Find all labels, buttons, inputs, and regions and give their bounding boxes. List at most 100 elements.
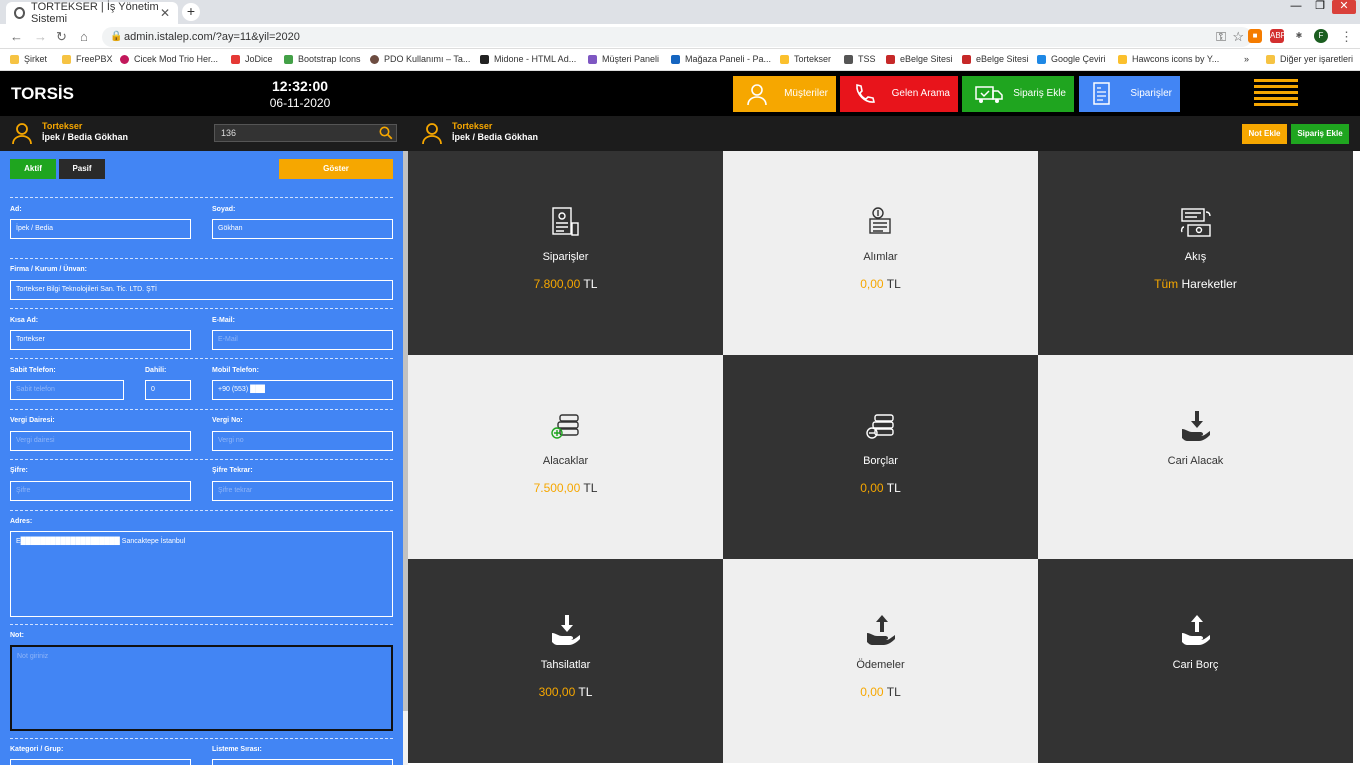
site-icon <box>284 54 293 64</box>
bookmark-item[interactable]: TSS <box>844 54 876 64</box>
bookmark-item[interactable]: Midone - HTML Ad... <box>480 54 576 64</box>
customer-company: Tortekser <box>452 121 493 131</box>
menu-dots-icon[interactable]: ⋮ <box>1340 29 1353 45</box>
document-list-icon <box>1093 82 1110 105</box>
card-title: Alımlar <box>863 251 898 263</box>
bookmark-star-icon[interactable]: ☆ <box>1232 27 1244 47</box>
tax-number-field[interactable]: Vergi no <box>212 431 393 451</box>
bookmark-item[interactable]: eBelge Sitesi <box>962 54 1029 64</box>
address-textarea[interactable]: E████████████████████ Sancaktepe İstanbu… <box>10 531 393 617</box>
bookmark-item[interactable]: eBelge Sitesi <box>886 54 953 64</box>
orders-button[interactable]: Siparişler <box>1079 76 1180 112</box>
bookmark-item[interactable]: Müşteri Paneli <box>588 54 659 64</box>
category-label: Kategori / Grup: <box>10 746 64 753</box>
card-payments[interactable]: Ödemeler 0,00 TL <box>723 559 1038 763</box>
first-name-label: Ad: <box>10 206 22 213</box>
bookmarks-bar: Şirket FreePBX Cicek Mod Trio Her... JoD… <box>0 49 1360 71</box>
note-textarea[interactable]: Not giriniz <box>10 645 393 731</box>
brand-logo: TORSİS <box>11 84 74 103</box>
site-icon <box>480 54 489 64</box>
hamburger-menu-icon[interactable] <box>1254 79 1298 109</box>
url-field[interactable]: 🔒 admin.istalep.com/?ay=11&yil=2020 ⚿ ☆ <box>102 27 1252 47</box>
site-icon <box>780 54 789 64</box>
bookmark-item[interactable]: Şirket <box>10 54 47 64</box>
card-value: 0,00 TL <box>860 277 901 291</box>
category-select[interactable] <box>10 759 191 765</box>
bookmark-item[interactable]: JoDice <box>231 54 273 64</box>
bookmarks-overflow-icon[interactable]: » <box>1244 54 1249 64</box>
new-tab-button[interactable]: + <box>182 3 200 21</box>
profile-avatar[interactable]: F <box>1314 29 1328 43</box>
active-button[interactable]: Aktif <box>10 159 56 179</box>
card-purchases[interactable]: Alımlar 0,00 TL <box>723 151 1038 355</box>
company-field[interactable]: Tortekser Bilgi Teknolojileri San. Tic. … <box>10 280 393 300</box>
bookmark-item[interactable]: Mağaza Paneli - Pa... <box>671 54 771 64</box>
card-value: 7.800,00 TL <box>533 277 598 291</box>
customers-button[interactable]: Müşteriler <box>733 76 836 112</box>
adblock-icon[interactable]: ABP <box>1270 29 1286 43</box>
card-receivables[interactable]: Alacaklar 7.500,00 TL <box>408 355 723 559</box>
card-current-receivable[interactable]: Cari Alacak <box>1038 355 1353 559</box>
site-icon <box>671 54 680 64</box>
bookmark-item[interactable]: Tortekser <box>780 54 831 64</box>
extension-field[interactable]: 0 <box>145 380 191 400</box>
landline-field[interactable]: Sabit telefon <box>10 380 124 400</box>
short-name-field[interactable]: Tortekser <box>10 330 191 350</box>
site-icon <box>120 54 129 64</box>
close-window-button[interactable]: ✕ <box>1332 0 1356 14</box>
address-bar-row: ← → ↻ ⌂ 🔒 admin.istalep.com/?ay=11&yil=2… <box>0 24 1360 49</box>
add-order-header-button[interactable]: Sipariş Ekle <box>962 76 1074 112</box>
password-repeat-field[interactable]: Şifre tekrar <box>212 481 393 501</box>
tax-office-field[interactable]: Vergi dairesi <box>10 431 191 451</box>
email-field[interactable]: E-Mail <box>212 330 393 350</box>
customer-person: İpek / Bedia Gökhan <box>452 132 539 142</box>
customer-subbar: Tortekser İpek / Bedia Gökhan 136 Tortek… <box>0 116 1360 151</box>
debts-icon <box>866 414 894 439</box>
extensions-puzzle-icon[interactable]: ✱ <box>1292 29 1306 43</box>
card-value: 300,00 TL <box>538 685 593 699</box>
card-collections[interactable]: Tahsilatlar 300,00 TL <box>408 559 723 763</box>
add-order-button[interactable]: Sipariş Ekle <box>1291 124 1349 144</box>
bookmark-item[interactable]: Bootstrap Icons <box>284 54 361 64</box>
last-name-field[interactable]: Gökhan <box>212 219 393 239</box>
browser-tab[interactable]: TORTEKSER | İş Yönetim Sistemi ✕ <box>6 1 178 25</box>
collections-icon <box>552 615 580 645</box>
card-debts[interactable]: Borçlar 0,00 TL <box>723 355 1038 559</box>
password-field[interactable]: Şifre <box>10 481 191 501</box>
short-name-label: Kısa Ad: <box>10 317 39 324</box>
list-order-field[interactable] <box>212 759 393 765</box>
minimize-button[interactable]: — <box>1284 0 1308 14</box>
card-value: 0,00 TL <box>860 481 901 495</box>
add-note-button[interactable]: Not Ekle <box>1242 124 1287 144</box>
extension-icon[interactable]: ■ <box>1248 29 1262 43</box>
bookmark-item[interactable]: FreePBX <box>62 54 113 64</box>
customer-search-input[interactable]: 136 <box>214 124 397 142</box>
key-icon[interactable]: ⚿ <box>1216 27 1226 47</box>
tab-title: TORTEKSER | İş Yönetim Sistemi <box>31 1 159 25</box>
bookmark-item[interactable]: Google Çeviri <box>1037 54 1106 64</box>
site-icon <box>231 54 240 64</box>
search-icon[interactable] <box>379 126 393 140</box>
card-title: Ödemeler <box>856 659 905 671</box>
show-button[interactable]: Göster <box>279 159 393 179</box>
list-order-label: Listeme Sırası: <box>212 746 262 753</box>
payments-icon <box>867 615 895 645</box>
incoming-call-button[interactable]: Gelen Arama <box>840 76 958 112</box>
first-name-field[interactable]: İpek / Bedia <box>10 219 191 239</box>
landline-label: Sabit Telefon: <box>10 367 56 374</box>
bookmark-item[interactable]: Hawcons icons by Y... <box>1118 54 1219 64</box>
back-icon[interactable]: ← <box>10 29 23 44</box>
home-icon[interactable]: ⌂ <box>80 29 88 44</box>
card-flow[interactable]: Akış Tüm Hareketler <box>1038 151 1353 355</box>
bookmark-item[interactable]: PDO Kullanımı – Ta... <box>370 54 470 64</box>
card-current-debt[interactable]: Cari Borç <box>1038 559 1353 763</box>
forward-icon[interactable]: → <box>34 29 47 44</box>
maximize-button[interactable]: ❐ <box>1308 0 1332 14</box>
mobile-field[interactable]: +90 (553) ███ <box>212 380 393 400</box>
card-orders[interactable]: Siparişler 7.800,00 TL <box>408 151 723 355</box>
passive-button[interactable]: Pasif <box>59 159 105 179</box>
tab-close-icon[interactable]: ✕ <box>160 6 170 20</box>
bookmark-item[interactable]: Cicek Mod Trio Her... <box>120 54 218 64</box>
other-bookmarks[interactable]: Diğer yer işaretleri <box>1266 54 1353 64</box>
reload-icon[interactable]: ↻ <box>56 29 67 45</box>
